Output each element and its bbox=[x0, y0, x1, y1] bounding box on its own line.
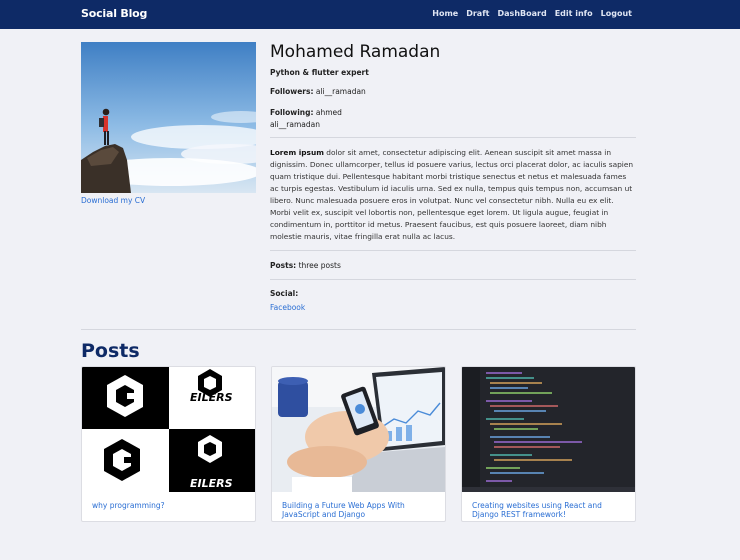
nav-links: Home Draft DashBoard Edit info Logout bbox=[432, 9, 632, 18]
post-card[interactable]: EILERS EILERS why programming? bbox=[81, 366, 256, 522]
section-divider bbox=[81, 329, 636, 330]
posts-count-value: three posts bbox=[298, 261, 341, 270]
post-title-link[interactable]: Creating websites using React and Django… bbox=[472, 501, 622, 519]
nav-home-link[interactable]: Home bbox=[432, 9, 458, 18]
nav-dashboard-link[interactable]: DashBoard bbox=[498, 9, 547, 18]
nav-logout-link[interactable]: Logout bbox=[601, 9, 632, 18]
divider bbox=[270, 279, 636, 280]
eilers-logo-text: EILERS bbox=[190, 477, 233, 490]
eilers-logo-text: EILERS bbox=[190, 391, 233, 404]
post-card[interactable]: Building a Future Web Apps With JavaScri… bbox=[271, 366, 446, 522]
download-cv-link[interactable]: Download my CV bbox=[81, 196, 145, 205]
following-link[interactable]: ahmed bbox=[316, 108, 342, 117]
nav-edit-info-link[interactable]: Edit info bbox=[555, 9, 593, 18]
posts-count-row: Posts: three posts bbox=[270, 261, 341, 270]
following-link[interactable]: ali__ramadan bbox=[270, 120, 320, 129]
social-label: Social: bbox=[270, 289, 299, 298]
bio-lead: Lorem ipsum bbox=[270, 148, 324, 157]
post-thumbnail[interactable] bbox=[272, 367, 445, 492]
profile-name: Mohamed Ramadan bbox=[270, 42, 441, 62]
followers-row: Followers: ali__ramadan bbox=[270, 87, 366, 96]
post-title-link[interactable]: Building a Future Web Apps With JavaScri… bbox=[282, 501, 432, 519]
post-card[interactable]: Creating websites using React and Django… bbox=[461, 366, 636, 522]
profile-tagline: Python & flutter expert bbox=[270, 68, 369, 77]
posts-count-label: Posts: bbox=[270, 261, 297, 270]
divider bbox=[270, 137, 636, 138]
follower-link[interactable]: ali__ramadan bbox=[316, 87, 366, 96]
post-thumbnail[interactable]: EILERS EILERS bbox=[82, 367, 255, 492]
following-label: Following: bbox=[270, 108, 314, 117]
nav-draft-link[interactable]: Draft bbox=[466, 9, 489, 18]
divider bbox=[270, 250, 636, 251]
profile-bio: Lorem ipsum dolor sit amet, consectetur … bbox=[270, 147, 636, 243]
profile-photo bbox=[81, 42, 256, 193]
followers-label: Followers: bbox=[270, 87, 314, 96]
navbar: Social Blog Home Draft DashBoard Edit in… bbox=[0, 0, 740, 29]
brand-link[interactable]: Social Blog bbox=[81, 7, 147, 20]
following-row: Following: ahmed ali__ramadan bbox=[270, 107, 342, 131]
bio-text: dolor sit amet, consectetur adipiscing e… bbox=[270, 148, 634, 241]
posts-heading: Posts bbox=[81, 340, 140, 362]
facebook-link[interactable]: Facebook bbox=[270, 303, 305, 312]
post-title-link[interactable]: why programming? bbox=[92, 501, 242, 510]
post-thumbnail[interactable] bbox=[462, 367, 635, 492]
